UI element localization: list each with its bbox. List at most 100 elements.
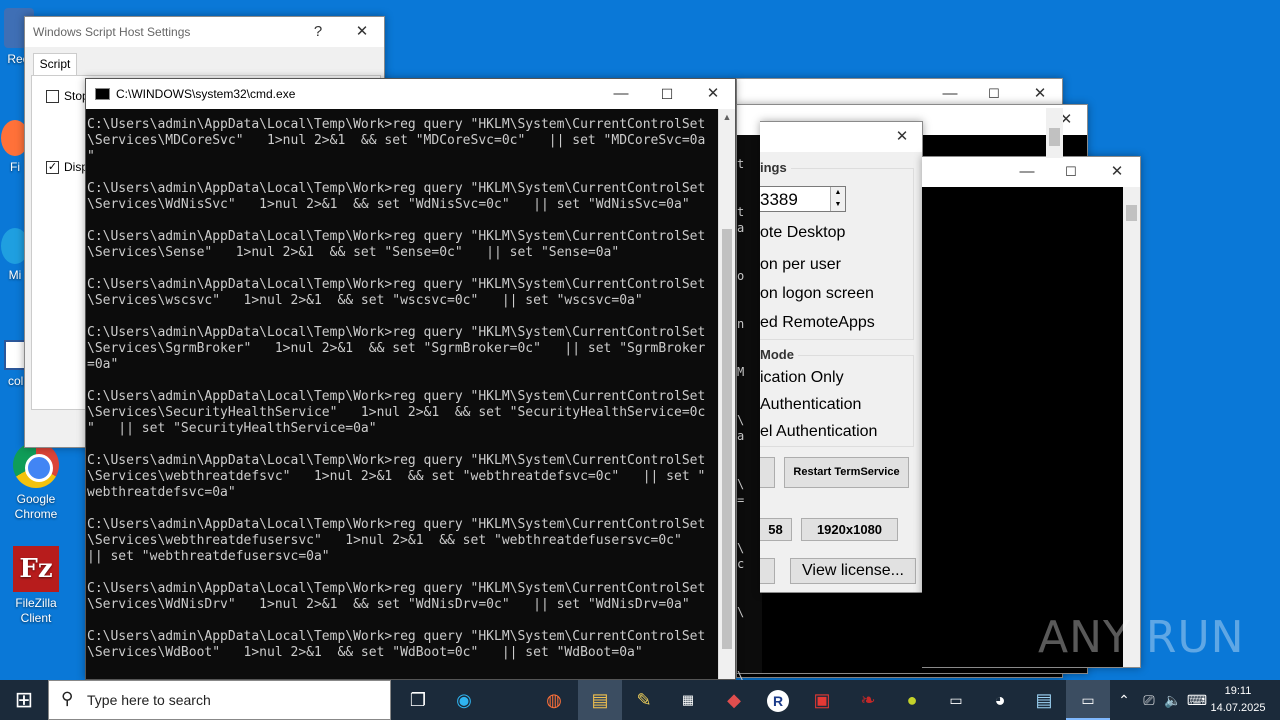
close-button[interactable]: ✕ xyxy=(339,17,385,47)
console-char: \ xyxy=(737,413,745,427)
task-view-icon[interactable]: ❐ xyxy=(396,680,440,720)
edge-icon[interactable]: ◉ xyxy=(442,680,486,720)
package-icon[interactable]: ▣ xyxy=(800,680,844,720)
left-button-partial-2[interactable] xyxy=(760,558,775,584)
desktop-icon-label: Mi xyxy=(8,268,22,282)
calculator-icon[interactable]: ▦ xyxy=(666,680,710,720)
console-line: C:\Users\admin\AppData\Local\Temp\Work>r… xyxy=(87,229,706,244)
desktop-icon-label: FileZilla Client xyxy=(15,596,57,625)
scroll-thumb[interactable] xyxy=(1049,128,1060,146)
option-remote-desktop[interactable]: ote Desktop xyxy=(760,224,845,242)
console-line: C:\Users\admin\AppData\Local\Temp\Work>r… xyxy=(87,277,706,292)
option-remoteapps[interactable]: ed RemoteApps xyxy=(760,314,875,332)
r-app-icon[interactable]: R xyxy=(756,680,800,720)
redapp-icon[interactable]: ◆ xyxy=(712,680,756,720)
left-button-partial[interactable] xyxy=(760,457,775,488)
wsh-title: Windows Script Host Settings xyxy=(33,25,191,39)
console-line: C:\Users\admin\AppData\Local\Temp\Work>r… xyxy=(87,581,706,596)
display-checkbox[interactable]: ✓ xyxy=(46,161,59,174)
console-line: C:\Users\admin\AppData\Local\Temp\Work>r… xyxy=(87,629,706,644)
console-char: \ xyxy=(737,541,745,555)
console-line: || set "webthreatdefusersvc=0a" xyxy=(87,549,330,564)
console-line: \Services\wscsvc" 1>nul 2>&1 && set "wsc… xyxy=(87,293,643,308)
port-spinner[interactable]: ▲ ▼ xyxy=(830,187,845,211)
console-line: \Services\SecurityHealthService" 1>nul 2… xyxy=(87,405,706,420)
cmd-scrollbar[interactable]: ▲ xyxy=(718,109,735,679)
stop-checkbox[interactable] xyxy=(46,90,59,103)
resolution-1920x1080-button[interactable]: 1920x1080 xyxy=(801,518,898,541)
wsh-title-bar: Windows Script Host Settings ? ✕ xyxy=(25,17,384,47)
console-char: o xyxy=(737,269,745,283)
bg-console3-title-bar: — ☐ ✕ xyxy=(922,157,1140,187)
bg-console3-scrollbar[interactable] xyxy=(1123,187,1140,667)
clock[interactable]: 19:11 14.07.2025 xyxy=(1208,683,1268,717)
taskbar: ⊞ ⚲ Type here to search ❐ ◉ ◍ ▤ ✎ ▦ ◆ R … xyxy=(0,680,1280,720)
cmd-title-bar: C:\WINDOWS\system32\cmd.exe — ☐ ✕ xyxy=(86,79,735,109)
tray-chevron-icon[interactable]: ⌃ xyxy=(1114,680,1134,720)
console-line: C:\Users\admin\AppData\Local\Temp\Work>r… xyxy=(87,325,706,340)
console-line: webthreatdefsvc=0a" xyxy=(87,485,236,500)
notepad-icon[interactable]: ▤ xyxy=(1022,680,1066,720)
terminal-icon[interactable]: ▭ xyxy=(934,680,978,720)
cmd-icon[interactable]: ▭ xyxy=(1066,680,1110,720)
rdp-title-bar: ✕ xyxy=(760,122,922,152)
scroll-up-arrow[interactable]: ▲ xyxy=(719,109,735,126)
background-console-window-3: — ☐ ✕ xyxy=(922,156,1141,668)
close-button[interactable]: ✕ xyxy=(690,79,736,109)
network-icon[interactable]: ⎚ xyxy=(1138,680,1160,720)
console-line: \Services\webthreatdefsvc" 1>nul 2>&1 &&… xyxy=(87,469,706,484)
console-line: " xyxy=(87,149,95,164)
maximize-button[interactable]: ☐ xyxy=(1048,157,1094,187)
console-line: \Services\WdNisDrv" 1>nul 2>&1 && set "W… xyxy=(87,597,690,612)
tab-script[interactable]: Script xyxy=(33,53,77,75)
view-license-button[interactable]: View license... xyxy=(790,558,916,584)
ghost-icon[interactable]: ◕ xyxy=(978,680,1022,720)
desktop-icon-filezilla[interactable]: Fz FileZilla Client xyxy=(0,546,72,626)
bg-console-strip: t t a o n M \ a \ = \ c \ \ xyxy=(737,135,762,683)
console-char: a xyxy=(737,221,745,235)
port-value: 3389 xyxy=(760,190,798,209)
console-line: C:\Users\admin\AppData\Local\Temp\Work>r… xyxy=(87,181,706,196)
minimize-button[interactable]: — xyxy=(1004,157,1050,187)
bg-console-scrollbar[interactable] xyxy=(1046,108,1063,158)
volume-icon[interactable]: 🔈 xyxy=(1162,680,1184,720)
auth-option-network-level[interactable]: el Authentication xyxy=(760,423,877,441)
desktop-icon-chrome[interactable]: Google Chrome xyxy=(0,442,72,522)
option-session-per-user[interactable]: on per user xyxy=(760,256,841,274)
maximize-button[interactable]: ☐ xyxy=(644,79,690,109)
scroll-thumb[interactable] xyxy=(1126,205,1137,221)
mouse-icon[interactable]: ❧ xyxy=(846,680,890,720)
keyboard-icon[interactable]: ⌨ xyxy=(1186,680,1208,720)
console-line: \Services\WdBoot" 1>nul 2>&1 && set "WdB… xyxy=(87,645,643,660)
restart-termservice-button[interactable]: Restart TermService xyxy=(784,457,909,488)
tool-icon[interactable]: ✎ xyxy=(622,680,666,720)
port-input[interactable]: 3389 ▲ ▼ xyxy=(760,186,846,212)
filezilla-icon: Fz xyxy=(13,546,59,592)
option-logon-screen[interactable]: on logon screen xyxy=(760,285,874,303)
search-placeholder: Type here to search xyxy=(87,692,211,708)
minimize-button[interactable]: — xyxy=(598,79,644,109)
start-button[interactable]: ⊞ xyxy=(0,680,48,720)
console-char: n xyxy=(737,317,745,331)
close-button[interactable]: ✕ xyxy=(1094,157,1140,187)
scroll-thumb[interactable] xyxy=(722,229,732,649)
search-box[interactable]: ⚲ Type here to search xyxy=(48,680,391,720)
console-output[interactable]: C:\Users\admin\AppData\Local\Temp\Work>r… xyxy=(86,109,718,679)
help-button[interactable]: ? xyxy=(295,17,341,47)
firefox-icon[interactable]: ◍ xyxy=(532,680,576,720)
clock-time: 19:11 xyxy=(1224,685,1252,697)
auth-mode-label: Mode xyxy=(760,347,798,362)
close-button[interactable]: ✕ xyxy=(882,122,922,152)
kiwi-icon[interactable]: ● xyxy=(890,680,934,720)
resolution-left-button[interactable]: 58 xyxy=(760,518,792,541)
auth-option-app-only[interactable]: ication Only xyxy=(760,369,844,387)
file-explorer-icon[interactable]: ▤ xyxy=(578,680,622,720)
auth-option-standard[interactable]: Authentication xyxy=(760,396,861,414)
rdp-settings-window: ✕ ings 3389 ▲ ▼ ote Desktop on per user o… xyxy=(760,121,923,593)
clock-date: 14.07.2025 xyxy=(1210,702,1266,714)
